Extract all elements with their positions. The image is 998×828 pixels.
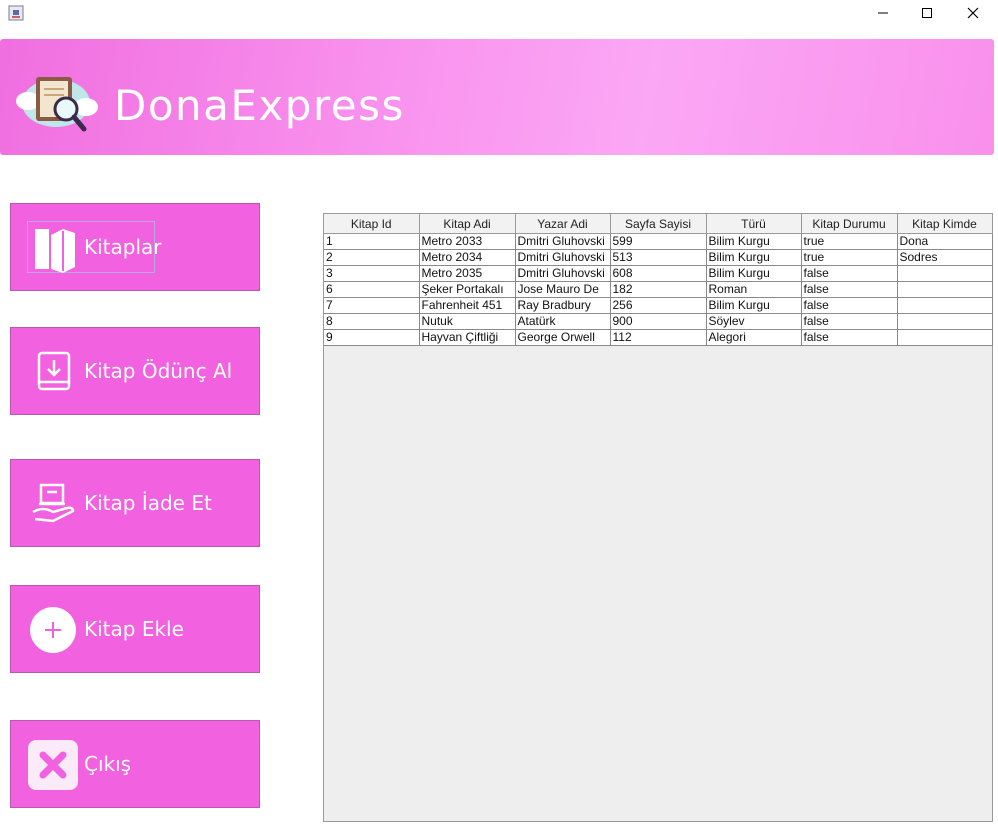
table-cell[interactable] [897,297,993,314]
table-cell[interactable]: 9 [324,329,420,346]
table-cell[interactable]: 513 [610,249,707,266]
table-cell[interactable]: 256 [610,297,707,314]
table-cell[interactable]: Metro 2033 [419,233,516,250]
table-cell[interactable]: 3 [324,265,420,282]
table-cell[interactable]: false [801,329,898,346]
column-header[interactable]: Kitap Durumu [801,214,898,234]
table-cell[interactable]: 7 [324,297,420,314]
table-cell[interactable]: Nutuk [419,313,516,330]
table-cell[interactable]: Dona [897,233,993,250]
table-cell[interactable]: Dmitri Gluhovski [515,265,611,282]
table-cell[interactable]: Metro 2035 [419,265,516,282]
table-row[interactable]: 1 Metro 2033 Dmitri Gluhovski 599 Bilim Kurg… [324,233,993,250]
table-cell[interactable]: Roman [706,281,802,298]
table-cell[interactable]: Atatürk [515,313,611,330]
table-cell[interactable]: Söylev [706,313,802,330]
table-cell[interactable]: Bilim Kurgu [706,297,802,314]
table-cell[interactable]: true [801,233,898,250]
maximize-icon [922,8,932,18]
library-search-logo-icon [16,77,98,132]
column-header[interactable]: Türü [706,214,802,234]
table-cell[interactable]: false [801,297,898,314]
table-cell[interactable] [897,281,993,298]
table-row[interactable]: 7 Fahrenheit 451 Ray Bradbury 256 Bilim Kurg… [324,297,993,314]
kitap-ekle-label: Kitap Ekle [84,617,184,641]
table-cell[interactable]: 2 [324,249,420,266]
table-cell[interactable]: Şeker Portakalı [419,281,516,298]
table-cell[interactable]: false [801,313,898,330]
table-cell[interactable]: Fahrenheit 451 [419,297,516,314]
table-cell[interactable]: Ray Bradbury [515,297,611,314]
table-cell[interactable]: false [801,281,898,298]
kitap-odunc-al-button[interactable]: Kitap Ödünç Al [10,327,260,415]
table-cell[interactable]: 608 [610,265,707,282]
column-header[interactable]: Kitap Id [324,214,420,234]
table-cell[interactable]: 8 [324,313,420,330]
table-cell[interactable]: George Orwell [515,329,611,346]
table-cell[interactable] [897,329,993,346]
header-banner: DonaExpress [0,39,994,155]
table-cell[interactable]: 182 [610,281,707,298]
table-cell[interactable]: 6 [324,281,420,298]
table-cell[interactable]: 1 [324,233,420,250]
table-cell[interactable]: 112 [610,329,707,346]
table-cell[interactable]: Dmitri Gluhovski [515,249,611,266]
books-table-scrollpane[interactable]: Kitap Id Kitap Adi Yazar Adi Sayfa Sayis… [323,213,993,822]
column-header[interactable]: Sayfa Sayisi [610,214,707,234]
close-x-icon [28,740,78,790]
kitaplar-label: Kitaplar [84,235,162,259]
table-cell[interactable]: true [801,249,898,266]
column-header[interactable]: Kitap Kimde [897,214,993,234]
cikis-label: Çıkış [84,752,132,776]
table-cell[interactable]: Bilim Kurgu [706,249,802,266]
app-title: DonaExpress [114,81,405,130]
kitap-ekle-button[interactable]: Kitap Ekle [10,585,260,673]
table-row[interactable]: 3 Metro 2035 Dmitri Gluhovski 608 Bilim Kurg… [324,265,993,282]
table-cell[interactable]: Bilim Kurgu [706,233,802,250]
table-cell[interactable] [897,313,993,330]
table-row[interactable]: 9 Hayvan Çiftliği George Orwell 112 Alegori f… [324,329,993,346]
column-header[interactable]: Yazar Adi [515,214,611,234]
books-table[interactable]: Kitap Id Kitap Adi Yazar Adi Sayfa Sayis… [324,214,993,346]
minimize-button[interactable] [860,0,906,26]
plus-circle-icon [30,607,76,653]
table-row[interactable]: 8 Nutuk Atatürk 900 Söylev false [324,313,993,330]
table-cell[interactable]: 900 [610,313,707,330]
table-cell[interactable]: Hayvan Çiftliği [419,329,516,346]
table-cell[interactable]: Bilim Kurgu [706,265,802,282]
books-icon [35,229,75,273]
maximize-button[interactable] [904,0,950,26]
kitap-odunc-al-label: Kitap Ödünç Al [84,359,233,383]
kitaplar-button[interactable]: Kitaplar [10,203,260,291]
close-icon [967,7,979,19]
table-header-row: Kitap Id Kitap Adi Yazar Adi Sayfa Sayis… [324,214,993,234]
table-cell[interactable]: 599 [610,233,707,250]
kitap-iade-et-label: Kitap İade Et [84,491,212,515]
return-book-hand-icon [32,483,75,523]
kitap-iade-et-button[interactable]: Kitap İade Et [10,459,260,547]
table-cell[interactable]: Sodres [897,249,993,266]
column-header[interactable]: Kitap Adi [419,214,516,234]
table-cell[interactable]: false [801,265,898,282]
close-window-button[interactable] [950,0,996,26]
table-cell[interactable]: Alegori [706,329,802,346]
window-title-bar [0,0,998,26]
table-row[interactable]: 6 Şeker Portakalı Jose Mauro De 182 Roman fal… [324,281,993,298]
table-cell[interactable] [897,265,993,282]
cikis-button[interactable]: Çıkış [10,720,260,808]
table-cell[interactable]: Jose Mauro De [515,281,611,298]
table-cell[interactable]: Metro 2034 [419,249,516,266]
table-row[interactable]: 2 Metro 2034 Dmitri Gluhovski 513 Bilim Kurg… [324,249,993,266]
download-book-icon [37,351,71,391]
java-app-icon [8,5,24,21]
minimize-icon [878,12,888,14]
table-cell[interactable]: Dmitri Gluhovski [515,233,611,250]
